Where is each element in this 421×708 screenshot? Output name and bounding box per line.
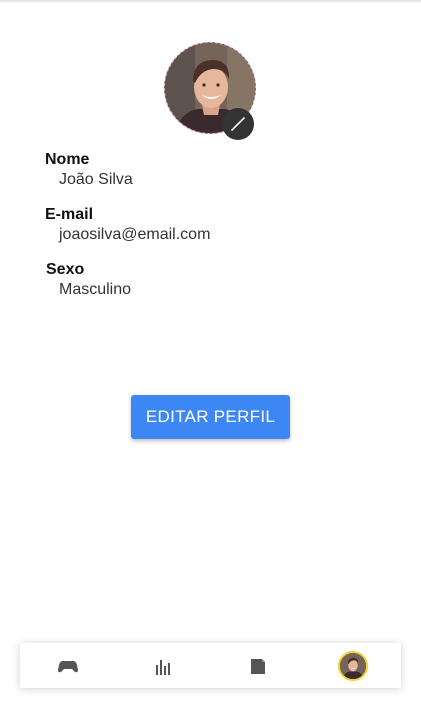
gender-value: Masculino — [59, 281, 132, 298]
name-value: João Silva — [59, 171, 133, 188]
nav-item-stats[interactable] — [115, 643, 210, 688]
pencil-icon — [231, 117, 245, 131]
email-value: joaosilva@email.com — [59, 226, 211, 243]
nav-item-profile[interactable] — [306, 643, 401, 688]
top-divider — [0, 0, 421, 3]
bottom-navigation — [20, 643, 401, 688]
nav-profile-avatar — [338, 650, 369, 681]
bar-chart-icon — [155, 659, 170, 675]
gamepad-icon — [57, 660, 78, 672]
edit-profile-button[interactable]: EDITAR PERFIL — [131, 395, 290, 439]
email-label: E-mail — [45, 206, 94, 223]
avatar-photo-small — [340, 652, 367, 679]
edit-photo-button[interactable] — [222, 108, 254, 140]
gender-label: Sexo — [46, 261, 85, 278]
book-icon — [251, 658, 266, 674]
nav-item-library[interactable] — [211, 643, 306, 688]
name-label: Nome — [45, 151, 90, 168]
nav-item-games[interactable] — [20, 643, 115, 688]
profile-photo-container — [164, 42, 256, 140]
